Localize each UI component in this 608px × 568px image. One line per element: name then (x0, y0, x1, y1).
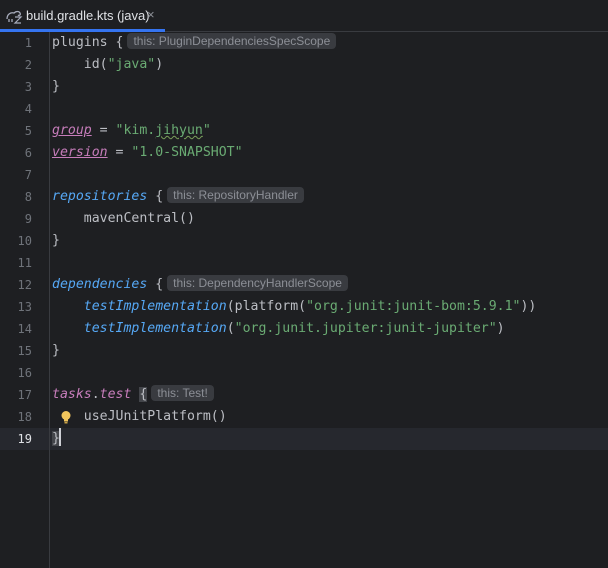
line-number: 10 (17, 234, 32, 248)
id-call: id( (52, 57, 108, 72)
group-property: group (52, 123, 92, 138)
test-implementation-call: testImplementation (83, 321, 227, 336)
line-number: 9 (24, 212, 32, 226)
code-line: plugins {this: PluginDependenciesSpecSco… (50, 32, 608, 54)
line-number: 2 (24, 58, 32, 72)
string-literal: "kim.jihyun" (116, 123, 211, 138)
text-caret (58, 428, 61, 446)
code-content: useJUnitPlatform() (52, 409, 227, 424)
code-content: version = "1.0-SNAPSHOT" (52, 142, 243, 164)
code-content: id("java") (52, 54, 163, 76)
close-tab-icon[interactable]: × (147, 7, 155, 22)
code-content: } (52, 428, 61, 450)
code-line: dependencies {this: DependencyHandlerSco… (50, 274, 608, 296)
string-literal: "org.junit.jupiter:junit-jupiter" (234, 321, 497, 336)
typo-squiggle: jihyun (155, 123, 203, 138)
test-task-ref: test (99, 387, 132, 402)
code-line: tasks.test {this: Test! (50, 384, 608, 406)
string-literal: "1.0-SNAPSHOT" (131, 145, 243, 160)
code-content: dependencies {this: DependencyHandlerSco… (52, 274, 348, 296)
string-part: " (202, 123, 211, 138)
line-number: 11 (17, 256, 32, 270)
inlay-hint: this: RepositoryHandler (167, 187, 304, 203)
code-content: } (52, 343, 60, 358)
code-line: testImplementation(platform("org.junit:j… (50, 296, 608, 318)
code-line: version = "1.0-SNAPSHOT" (50, 142, 608, 164)
line-number: 4 (24, 102, 32, 116)
inlay-hint: this: Test! (151, 385, 214, 401)
paren: ) (155, 57, 164, 72)
version-property: version (52, 145, 108, 160)
dependencies-block: dependencies (52, 277, 148, 292)
editor-tab-bar: build.gradle.kts (java) × (0, 0, 608, 32)
line-number: 19 (17, 432, 32, 446)
code-content: tasks.test {this: Test! (52, 384, 214, 406)
line-number: 14 (17, 322, 32, 336)
code-content: group = "kim.jihyun" (52, 120, 211, 142)
tab-label: build.gradle.kts (java) (26, 8, 150, 23)
tasks-ref: tasks (52, 387, 92, 402)
brace: { (147, 277, 164, 292)
operator: = (107, 145, 132, 160)
plugins-block: plugins (52, 35, 108, 50)
string-literal: "java" (107, 57, 156, 72)
string-part: "kim. (115, 123, 156, 138)
line-number: 18 (17, 410, 32, 424)
line-number: 13 (17, 300, 32, 314)
code-line: group = "kim.jihyun" (50, 120, 608, 142)
paren: ) (496, 321, 505, 336)
gradle-kotlin-file-icon (6, 10, 23, 24)
string-literal: "org.junit:junit-bom:5.9.1" (306, 299, 521, 314)
code-line: } (50, 76, 608, 98)
code-content: testImplementation(platform("org.junit:j… (52, 296, 537, 318)
brace: { (107, 35, 124, 50)
line-number-gutter: 1 2 3 4 5 6 7 8 9 10 11 12 13 14 15 16 17 18 19 (0, 32, 50, 568)
tab-build-gradle-kts[interactable]: build.gradle.kts (java) × (0, 0, 165, 32)
line-number: 3 (24, 80, 32, 94)
line-number: 12 (17, 278, 32, 292)
code-line: testImplementation("org.junit.jupiter:ju… (50, 318, 608, 340)
line-number: 8 (24, 190, 32, 204)
line-number: 6 (24, 146, 32, 160)
code-line: useJUnitPlatform() (50, 406, 608, 428)
code-content: testImplementation("org.junit.jupiter:ju… (52, 318, 505, 340)
code-content: plugins {this: PluginDependenciesSpecSco… (52, 32, 337, 54)
code-line: } (50, 230, 608, 252)
line-number: 17 (17, 388, 32, 402)
paren: ( (226, 321, 235, 336)
paren: (platform( (226, 299, 307, 314)
repositories-block: repositories (52, 189, 148, 204)
inlay-hint: this: PluginDependenciesSpecScope (127, 33, 337, 49)
code-editor[interactable]: plugins {this: PluginDependenciesSpecSco… (50, 32, 608, 568)
code-content: mavenCentral() (52, 211, 195, 226)
line-number: 5 (24, 124, 32, 138)
line-number: 7 (24, 168, 32, 182)
current-line: } (50, 428, 608, 450)
brace: { (147, 189, 164, 204)
inlay-hint: this: DependencyHandlerScope (167, 275, 348, 291)
code-content: } (52, 79, 60, 94)
dot: . (91, 387, 100, 402)
operator: = (91, 123, 116, 138)
line-number: 15 (17, 344, 32, 358)
code-content: repositories {this: RepositoryHandler (52, 186, 304, 208)
code-content: } (52, 233, 60, 248)
code-line: repositories {this: RepositoryHandler (50, 186, 608, 208)
code-line: mavenCentral() (50, 208, 608, 230)
line-number: 1 (24, 36, 32, 50)
code-line: } (50, 340, 608, 362)
matched-brace: { (139, 387, 148, 402)
code-line: id("java") (50, 54, 608, 76)
test-implementation-call: testImplementation (83, 299, 227, 314)
line-number: 16 (17, 366, 32, 380)
paren: )) (520, 299, 537, 314)
